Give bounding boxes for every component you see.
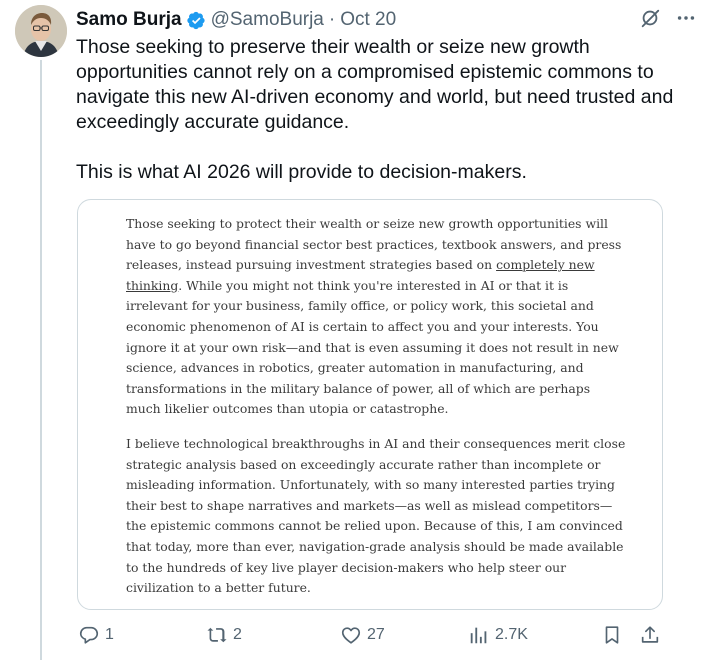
header-actions [639, 7, 697, 29]
tweet-date[interactable]: Oct 20 [340, 9, 396, 31]
views-count: 2.7K [495, 626, 528, 643]
avatar[interactable] [15, 5, 67, 57]
thread-line [40, 60, 42, 660]
like-button[interactable]: 27 [340, 624, 385, 646]
image-p1-text-b: . While you might not think you're inter… [126, 277, 619, 417]
tweet-paragraph-2: This is what AI 2026 will provide to dec… [76, 161, 527, 183]
tweet-text: Those seeking to preserve their wealth o… [76, 35, 676, 185]
image-paragraph-1: Those seeking to protect their wealth or… [126, 214, 626, 420]
attached-image[interactable]: Those seeking to protect their wealth or… [77, 199, 663, 610]
like-icon [341, 627, 361, 644]
verified-badge-icon [186, 11, 205, 29]
views-icon [470, 627, 487, 644]
reply-icon [79, 626, 99, 644]
share-button[interactable] [639, 624, 661, 646]
repost-count: 2 [233, 626, 242, 643]
more-icon[interactable] [675, 7, 697, 29]
reply-count: 1 [105, 626, 114, 643]
share-icon [641, 626, 659, 643]
like-count: 27 [367, 626, 385, 643]
views-button[interactable]: 2.7K [468, 624, 528, 646]
handle[interactable]: @SamoBurja [211, 9, 324, 31]
tweet-header: Samo Burja @SamoBurja · Oct 20 [76, 8, 396, 32]
tweet-paragraph-1: Those seeking to preserve their wealth o… [76, 36, 674, 133]
image-paragraph-2: I believe technological breakthroughs in… [126, 435, 626, 596]
repost-icon [207, 627, 227, 643]
bookmark-button[interactable] [601, 624, 623, 646]
grok-icon[interactable] [639, 7, 661, 29]
separator-dot: · [328, 9, 336, 30]
repost-button[interactable]: 2 [206, 624, 242, 646]
display-name[interactable]: Samo Burja [76, 9, 182, 31]
image-text: Those seeking to protect their wealth or… [126, 214, 626, 599]
bookmark-icon [605, 626, 619, 644]
action-bar: 1 2 27 2.7K [78, 624, 663, 650]
reply-button[interactable]: 1 [78, 624, 114, 646]
avatar-image [15, 5, 67, 57]
